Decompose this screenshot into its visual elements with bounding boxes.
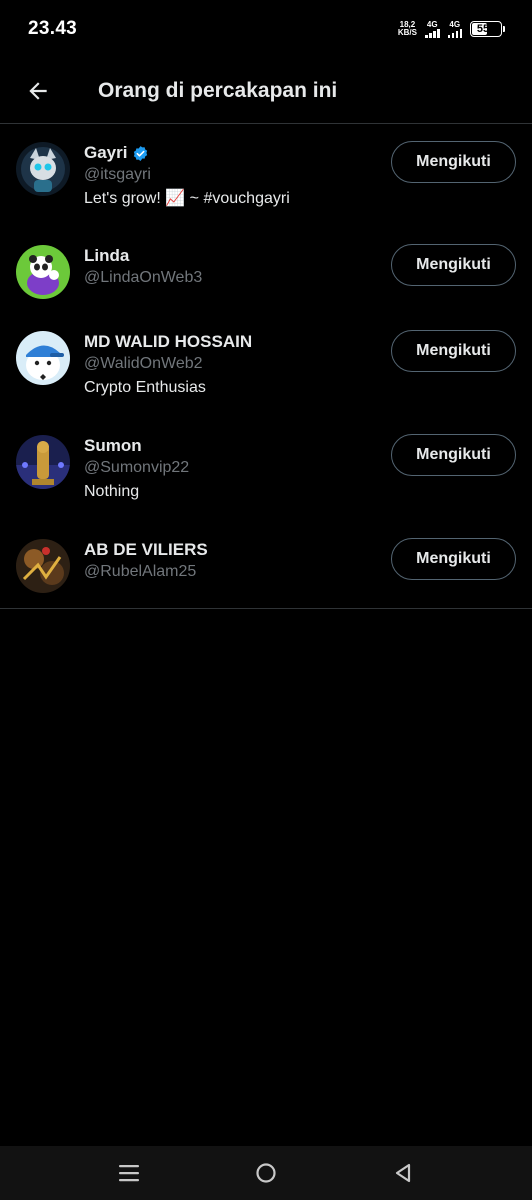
following-button[interactable]: Mengikuti <box>391 434 516 476</box>
avatar[interactable] <box>16 435 70 489</box>
user-handle: @itsgayri <box>84 166 151 183</box>
user-row-sumon[interactable]: Sumon @Sumonvip22 Nothing Mengikuti <box>0 418 532 522</box>
app-header: Orang di percakapan ini <box>0 58 532 124</box>
user-bio: Let's grow! 📈 ~ #vouchgayri <box>84 190 290 207</box>
user-handle: @RubelAlam25 <box>84 563 197 580</box>
system-back-button[interactable] <box>379 1149 427 1197</box>
user-handle: @Sumonvip22 <box>84 459 190 476</box>
cat-avatar-icon <box>16 142 70 196</box>
back-button[interactable] <box>18 71 58 111</box>
panda-avatar-icon <box>16 245 70 299</box>
user-handle: @LindaOnWeb3 <box>84 269 203 286</box>
battery-icon: 55 <box>470 21 505 37</box>
network-speed: 18,2 KB/S <box>398 21 417 37</box>
system-nav-bar <box>0 1146 532 1200</box>
page-title: Orang di percakapan ini <box>98 78 338 102</box>
circle-home-icon <box>256 1163 276 1183</box>
user-row-linda[interactable]: Linda @LindaOnWeb3 Mengikuti <box>0 228 532 314</box>
user-row-ab-de-viliers[interactable]: AB DE VILIERS @RubelAlam25 Mengikuti <box>0 522 532 608</box>
verified-badge-icon <box>134 145 148 161</box>
status-icons: 18,2 KB/S 4G 4G 55 <box>398 20 505 38</box>
avatar[interactable] <box>16 331 70 385</box>
following-button[interactable]: Mengikuti <box>391 244 516 286</box>
user-bio: Crypto Enthusias <box>84 379 206 396</box>
avatar[interactable] <box>16 245 70 299</box>
following-button[interactable]: Mengikuti <box>391 141 516 183</box>
home-button[interactable] <box>242 1149 290 1197</box>
user-list: Gayri @itsgayri Let's grow! 📈 ~ #vouchga… <box>0 125 532 608</box>
following-button[interactable]: Mengikuti <box>391 538 516 580</box>
menu-lines-icon <box>118 1165 139 1182</box>
signal-1-icon: 4G <box>425 20 440 38</box>
network-speed-unit: KB/S <box>397 28 417 37</box>
avatar[interactable] <box>16 539 70 593</box>
avatar[interactable] <box>16 142 70 196</box>
signal-2-icon: 4G <box>447 20 462 38</box>
user-name[interactable]: Sumon <box>84 436 142 456</box>
user-bio: Nothing <box>84 483 140 500</box>
triangle-back-icon <box>396 1163 411 1183</box>
user-name[interactable]: MD WALID HOSSAIN <box>84 332 252 352</box>
user-name[interactable]: AB DE VILIERS <box>84 540 208 560</box>
cap-character-avatar-icon <box>16 331 70 385</box>
status-bar: 23.43 18,2 KB/S 4G 4G 55 <box>0 0 532 58</box>
user-name[interactable]: Gayri <box>84 143 127 163</box>
user-name[interactable]: Linda <box>84 246 129 266</box>
following-button[interactable]: Mengikuti <box>391 330 516 372</box>
battery-level: 55 <box>476 23 490 35</box>
list-divider <box>0 608 532 609</box>
statue-avatar-icon <box>16 435 70 489</box>
signal-1-label: 4G <box>426 20 438 29</box>
signal-2-label: 4G <box>449 20 461 29</box>
user-row-gayri[interactable]: Gayri @itsgayri Let's grow! 📈 ~ #vouchga… <box>0 125 532 228</box>
artwork-avatar-icon <box>16 539 70 593</box>
user-handle: @WalidOnWeb2 <box>84 355 203 372</box>
recents-button[interactable] <box>105 1149 153 1197</box>
user-row-md-walid-hossain[interactable]: MD WALID HOSSAIN @WalidOnWeb2 Crypto Ent… <box>0 314 532 418</box>
status-time: 23.43 <box>28 18 78 39</box>
arrow-left-icon <box>29 81 47 100</box>
